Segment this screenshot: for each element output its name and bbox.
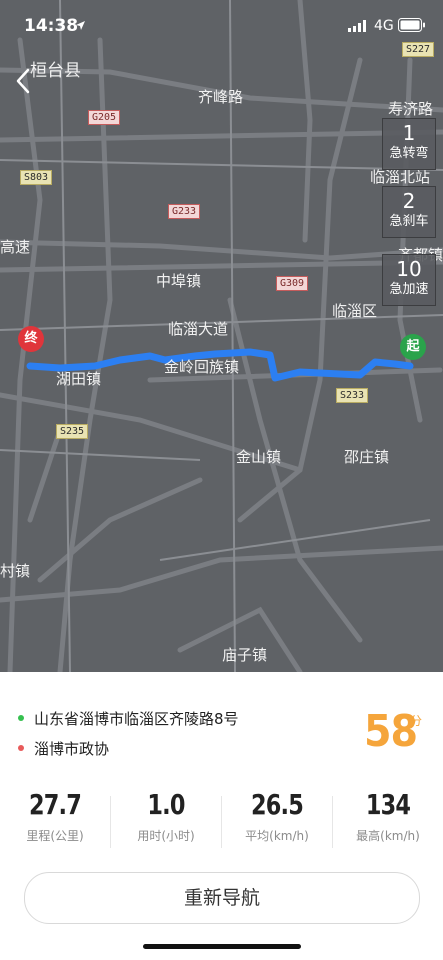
end-dot-icon <box>18 744 24 751</box>
score-unit: 分 <box>410 714 423 728</box>
map-label: 邵庄镇 <box>344 448 390 466</box>
metric-duration: 1.0 用时(小时) <box>111 788 221 844</box>
event-label: 急加速 <box>389 282 429 297</box>
road-shield: S235 <box>56 424 89 439</box>
chevron-left-icon <box>16 68 30 94</box>
end-address-row: 淄博市政协 <box>18 738 109 759</box>
map-label: 庙子镇 <box>222 646 268 664</box>
home-indicator[interactable] <box>143 944 301 949</box>
map-label: 临淄大道 <box>168 320 229 338</box>
event-hard-brake[interactable]: 2 急刹车 <box>382 186 436 238</box>
metric-label: 平均(km/h) <box>245 829 309 843</box>
location-arrow-icon <box>76 21 85 30</box>
map-label: 临淄区 <box>332 302 378 320</box>
metric-label: 里程(公里) <box>26 829 84 843</box>
road-shield: G233 <box>168 204 201 219</box>
metric-value: 27.7 <box>28 788 82 821</box>
signal-icon <box>348 20 366 32</box>
status-bar: 14:38 4G <box>0 0 443 52</box>
map-label: 湖田镇 <box>56 370 102 388</box>
divider <box>110 796 111 848</box>
metric-value: 26.5 <box>250 788 304 821</box>
road-shield: S233 <box>336 388 369 403</box>
start-address-row: 山东省淄博市临淄区齐陵路8号 <box>18 708 239 729</box>
road-shield: G309 <box>276 276 309 291</box>
divider <box>332 796 333 848</box>
event-count: 2 <box>402 189 416 213</box>
event-count: 10 <box>396 257 422 281</box>
battery-icon <box>398 18 425 32</box>
divider <box>221 796 222 848</box>
back-button[interactable] <box>8 62 40 100</box>
map-label: 高速 <box>0 238 31 256</box>
end-address: 淄博市政协 <box>34 740 110 758</box>
road-shield: G205 <box>88 110 121 125</box>
road-shield: S803 <box>20 170 53 185</box>
start-marker[interactable]: 起 <box>400 334 426 360</box>
start-address: 山东省淄博市临淄区齐陵路8号 <box>34 710 239 728</box>
event-sharp-turn[interactable]: 1 急转弯 <box>382 118 436 170</box>
metric-label: 用时(小时) <box>137 829 195 843</box>
trip-summary-panel: 山东省淄博市临淄区齐陵路8号 淄博市政协 58 分 27.7 里程(公里) 1.… <box>0 672 443 960</box>
map-label: 中埠镇 <box>156 272 202 290</box>
start-dot-icon <box>18 714 24 721</box>
event-rapid-accel[interactable]: 10 急加速 <box>382 254 436 306</box>
map-label: 村镇 <box>0 562 31 580</box>
driving-score: 58 分 <box>364 706 422 757</box>
end-marker[interactable]: 终 <box>18 326 44 352</box>
metric-value: 1.0 <box>147 788 185 821</box>
event-label: 急刹车 <box>389 214 429 229</box>
event-label: 急转弯 <box>389 146 429 161</box>
map-label: 齐峰路 <box>198 88 244 106</box>
metric-max-speed: 134 最高(km/h) <box>333 788 443 844</box>
map-label: 寿济路 <box>388 100 434 118</box>
network-type: 4G <box>374 18 394 34</box>
map-label: 金山镇 <box>236 448 282 466</box>
status-time: 14:38 <box>24 16 79 36</box>
map-label: 金岭回族镇 <box>164 358 240 376</box>
metric-label: 最高(km/h) <box>356 829 420 843</box>
metric-average-speed: 26.5 平均(km/h) <box>222 788 332 844</box>
metric-value: 134 <box>365 788 411 821</box>
map-view[interactable]: 桓台县 齐峰路 寿济路 临淄北站 中埠镇 齐都镇 临淄大道 临淄区 金岭回族镇 … <box>0 0 443 672</box>
metric-distance: 27.7 里程(公里) <box>0 788 110 844</box>
event-count: 1 <box>402 121 416 145</box>
renavigate-button[interactable]: 重新导航 <box>24 872 420 924</box>
